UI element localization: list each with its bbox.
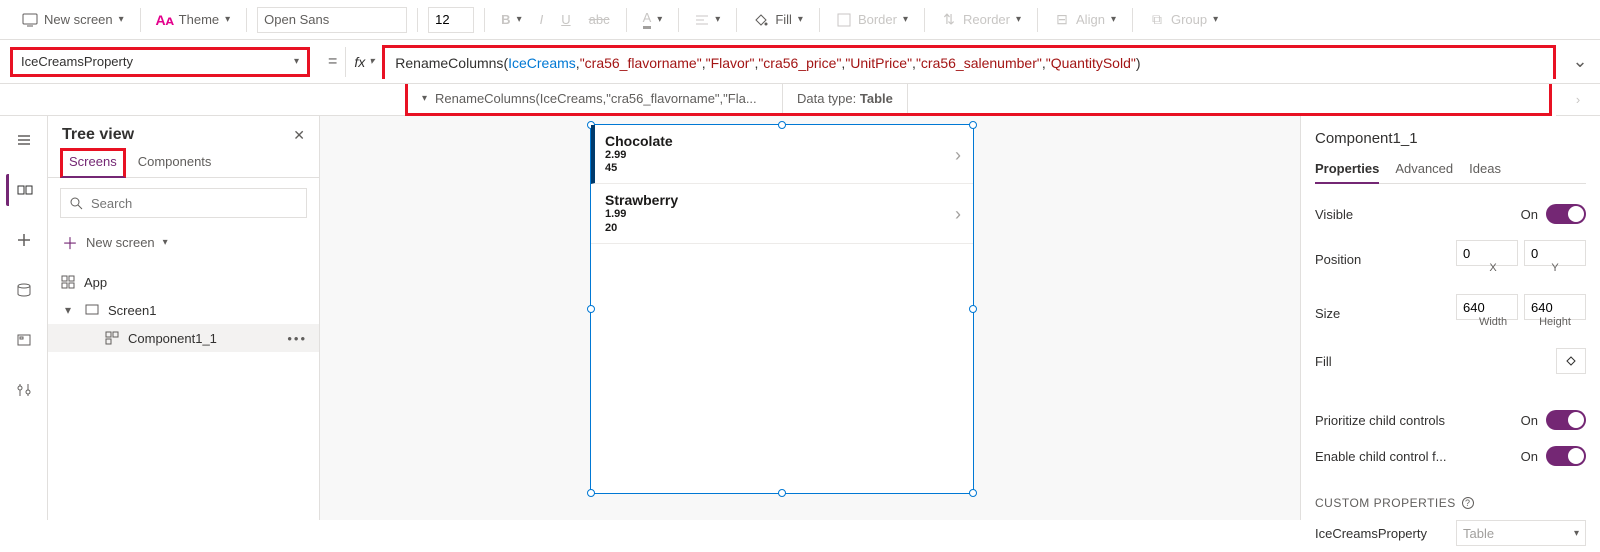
custom-prop-name: IceCreamsProperty [1315, 526, 1427, 541]
theme-button[interactable]: Aᴀ Theme ▾ [151, 8, 237, 32]
chevron-down-icon: ▾ [798, 14, 803, 25]
chevron-down-icon: ▾ [369, 56, 374, 67]
fill-icon [753, 12, 769, 28]
media-button[interactable] [8, 324, 40, 356]
insert-button[interactable] [8, 224, 40, 256]
resize-handle[interactable] [778, 489, 786, 497]
fx-button[interactable]: fx ▾ [345, 47, 382, 77]
gallery: Chocolate 2.99 45 › Strawberry 1.99 20 › [591, 125, 973, 244]
intellisense-breadcrumb[interactable]: ▾ RenameColumns(IceCreams,"cra56_flavorn… [408, 84, 783, 113]
tree-title: Tree view [62, 126, 134, 144]
group-icon: ⧉ [1149, 12, 1165, 28]
close-icon[interactable]: ✕ [293, 127, 305, 144]
resize-handle[interactable] [587, 489, 595, 497]
datatype-label: Data type: Table [783, 84, 908, 113]
align-button[interactable]: ⊟ Align ▾ [1048, 8, 1122, 32]
screen-icon [22, 12, 38, 28]
resize-handle[interactable] [587, 305, 595, 313]
chevron-down-icon: ▾ [163, 237, 168, 248]
canvas[interactable]: Chocolate 2.99 45 › Strawberry 1.99 20 › [320, 116, 1300, 520]
app-icon [60, 274, 76, 290]
prop-size-label: Size [1315, 306, 1340, 321]
intellisense-bar: ▾ RenameColumns(IceCreams,"cra56_flavorn… [0, 84, 1600, 116]
chevron-right-icon: › [955, 204, 961, 225]
component-selection[interactable]: Chocolate 2.99 45 › Strawberry 1.99 20 › [590, 124, 974, 494]
list-item[interactable]: Chocolate 2.99 45 › [591, 125, 973, 184]
tab-ideas[interactable]: Ideas [1469, 155, 1501, 183]
align-icon: ⊟ [1054, 12, 1070, 28]
tab-properties[interactable]: Properties [1315, 155, 1379, 184]
custom-prop-type-select[interactable]: Table ▾ [1456, 520, 1586, 546]
italic-button[interactable]: I [534, 8, 550, 31]
formula-input[interactable]: RenameColumns(IceCreams,"cra56_flavornam… [382, 45, 1556, 79]
bold-button[interactable]: B▾ [495, 8, 527, 31]
chevron-down-icon: ▾ [422, 93, 427, 104]
tree-search[interactable] [60, 188, 307, 218]
advanced-tools-button[interactable] [8, 374, 40, 406]
visible-toggle[interactable] [1546, 204, 1586, 224]
chevron-down-icon: ▾ [60, 302, 76, 318]
custom-properties-header: CUSTOM PROPERTIES ? [1315, 496, 1586, 510]
resize-handle[interactable] [969, 489, 977, 497]
intellisense-next[interactable]: › [1556, 84, 1600, 116]
chevron-down-icon: ▾ [294, 56, 299, 67]
border-icon [836, 12, 852, 28]
prioritize-toggle[interactable] [1546, 410, 1586, 430]
props-title: Component1_1 [1315, 126, 1586, 151]
plus-icon: ＋ [62, 230, 78, 254]
theme-icon: Aᴀ [157, 12, 173, 28]
chevron-down-icon: ▾ [119, 14, 124, 25]
reorder-button[interactable]: ⇅ Reorder ▾ [935, 8, 1027, 32]
font-color-button[interactable]: A▾ [637, 6, 669, 33]
hamburger-button[interactable] [8, 124, 40, 156]
fill-picker[interactable] [1556, 348, 1586, 374]
prop-enablechild-label: Enable child control f... [1315, 449, 1447, 464]
border-button[interactable]: Border ▾ [830, 8, 914, 32]
chevron-down-icon: ▾ [225, 14, 230, 25]
tree-view-button[interactable] [6, 174, 38, 206]
tree-item-app[interactable]: App [48, 268, 319, 296]
prop-visible-label: Visible [1315, 207, 1353, 222]
formula-bar: IceCreamsProperty ▾ = fx ▾ RenameColumns… [0, 40, 1600, 84]
tree-panel: Tree view ✕ Screens Components ＋ New scr… [48, 116, 320, 520]
equals-label: = [320, 53, 345, 71]
group-button[interactable]: ⧉ Group ▾ [1143, 8, 1224, 32]
search-icon [69, 196, 83, 210]
new-screen-tree-button[interactable]: ＋ New screen ▾ [60, 226, 307, 258]
info-icon[interactable]: ? [1462, 497, 1474, 509]
enablechild-toggle[interactable] [1546, 446, 1586, 466]
new-screen-button[interactable]: New screen ▾ [16, 8, 130, 32]
left-rail [0, 116, 48, 520]
strike-button[interactable]: abc [583, 8, 616, 31]
align-text-button[interactable]: ▾ [689, 9, 726, 31]
property-dropdown[interactable]: IceCreamsProperty ▾ [10, 47, 310, 77]
prop-prioritize-label: Prioritize child controls [1315, 413, 1445, 428]
resize-handle[interactable] [969, 305, 977, 313]
data-button[interactable] [8, 274, 40, 306]
properties-panel: Component1_1 Properties Advanced Ideas V… [1300, 116, 1600, 520]
tree-item-screen1[interactable]: ▾ Screen1 [48, 296, 319, 324]
list-item[interactable]: Strawberry 1.99 20 › [591, 184, 973, 243]
screen-icon [84, 302, 100, 318]
tree-item-component[interactable]: Component1_1 ••• [48, 324, 319, 352]
underline-button[interactable]: U [555, 8, 576, 31]
prop-fill-label: Fill [1315, 354, 1332, 369]
reorder-icon: ⇅ [941, 12, 957, 28]
expand-formula-button[interactable]: ⌄ [1560, 51, 1600, 72]
chevron-down-icon: ▾ [1574, 528, 1579, 539]
font-size-input[interactable] [428, 7, 474, 33]
search-input[interactable] [91, 196, 298, 211]
tab-screens[interactable]: Screens [60, 148, 126, 178]
component-icon [104, 330, 120, 346]
font-select[interactable] [257, 7, 407, 33]
fill-button[interactable]: Fill ▾ [747, 8, 809, 32]
tab-components[interactable]: Components [136, 148, 214, 177]
prop-position-label: Position [1315, 252, 1361, 267]
chevron-right-icon: › [955, 145, 961, 166]
tab-advanced[interactable]: Advanced [1395, 155, 1453, 183]
more-button[interactable]: ••• [287, 331, 307, 346]
top-toolbar: New screen ▾ Aᴀ Theme ▾ B▾ I U abc A▾ ▾ [0, 0, 1600, 40]
